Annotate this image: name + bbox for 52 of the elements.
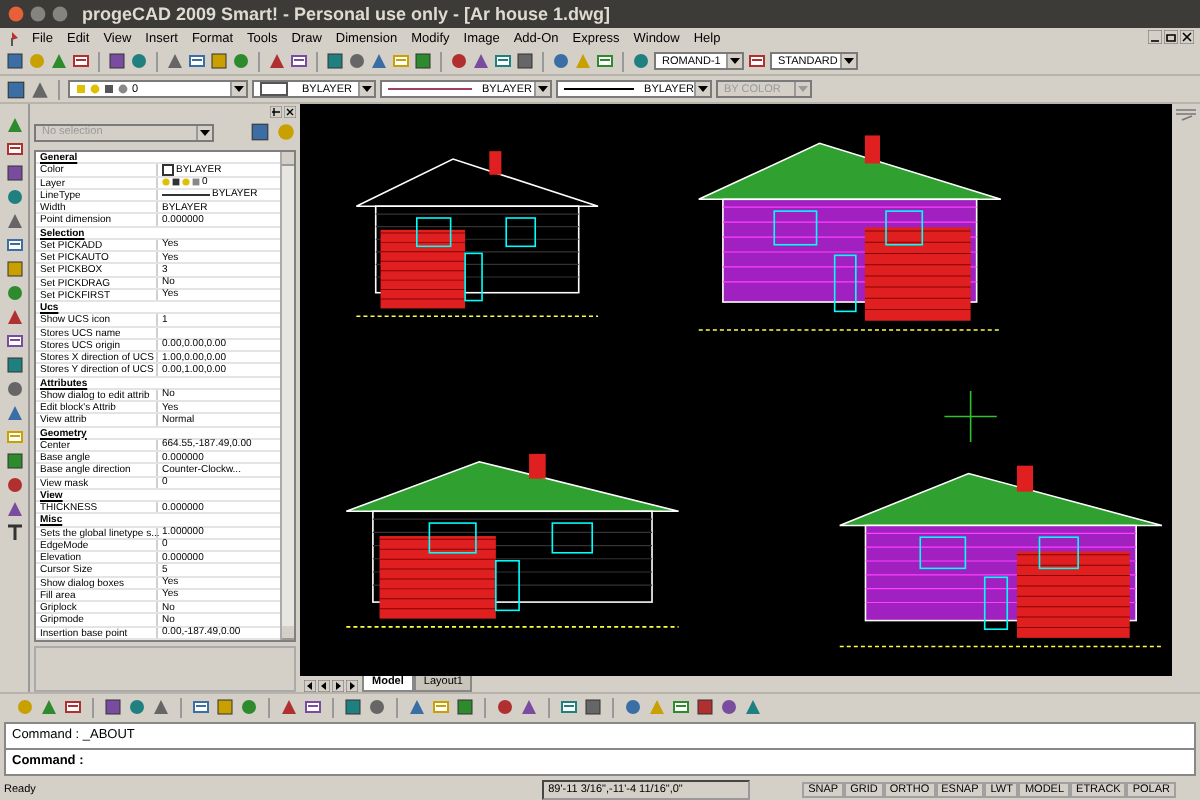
text-font-icon[interactable] [632,52,650,70]
tool-icon[interactable] [192,698,210,716]
restore-icon[interactable] [1164,30,1178,44]
tool-icon[interactable] [494,52,512,70]
tool-icon[interactable] [64,698,82,716]
color-swatch [260,82,288,96]
app-icon[interactable] [8,31,18,45]
text-style-icon[interactable] [748,52,766,70]
quick-select-icon[interactable] [250,122,270,142]
pin-icon[interactable] [270,105,282,117]
linetype-sample [162,193,210,196]
window-title: progeCAD 2009 Smart! - Personal use only - [Ar house 1.dwg] [82,4,611,24]
caret-icon [844,58,854,64]
caret-icon [730,58,740,64]
layer-previous-icon[interactable] [30,79,50,99]
linetype-sample [388,88,472,90]
tool-icon[interactable] [188,52,206,70]
caret-icon [200,129,210,135]
splitter-icon[interactable] [1176,108,1196,122]
tool-icon[interactable] [72,52,90,70]
draw-tool-icon[interactable] [5,332,23,350]
last-icon[interactable] [346,680,358,692]
maximize-icon[interactable] [52,6,68,22]
caret-icon [362,86,372,92]
caret-icon [798,86,808,92]
draw-tool-icon[interactable] [5,116,23,134]
drawing-canvas[interactable] [300,104,1172,676]
tool-icon[interactable] [584,698,602,716]
previous-icon[interactable] [318,680,330,692]
tool-icon[interactable] [672,698,690,716]
tool-icon[interactable] [560,698,578,716]
tool-icon[interactable] [596,52,614,70]
close-icon[interactable] [1180,30,1194,44]
minimize-icon[interactable] [1148,30,1162,44]
draw-tool-icon[interactable] [5,140,23,158]
tool-icon[interactable] [456,698,474,716]
scrollbar[interactable] [280,152,294,640]
layers-icon[interactable] [6,79,26,99]
close-icon[interactable] [284,105,296,117]
tool-icon[interactable] [408,698,426,716]
next-icon[interactable] [332,680,344,692]
tool-icon[interactable] [290,52,308,70]
first-icon[interactable] [304,680,316,692]
tool-icon[interactable] [280,698,298,716]
text-tool-icon[interactable] [5,524,23,542]
lineweight-sample [564,88,635,90]
caret-icon [698,86,708,92]
draw-tool-icon[interactable] [5,236,23,254]
caret-icon [234,86,244,92]
crosshair-cursor [943,390,998,443]
tool-icon[interactable] [304,698,322,716]
caret-icon [538,86,548,92]
